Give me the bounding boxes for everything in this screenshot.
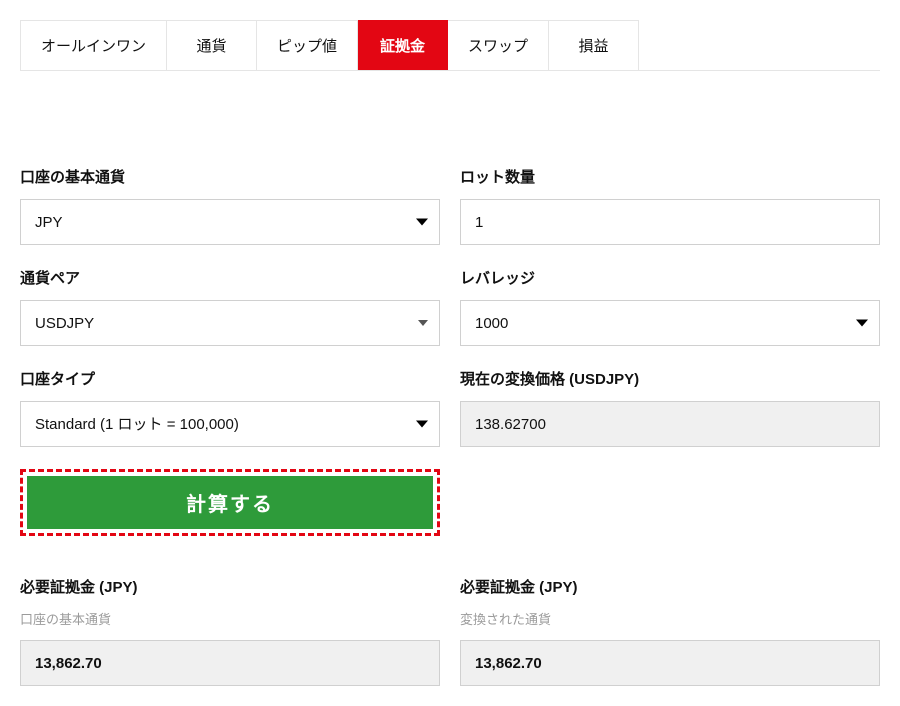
calculate-highlight: 計算する xyxy=(20,469,440,536)
account-type-field: 口座タイプ Standard (1 ロット = 100,000) xyxy=(20,368,440,447)
result-left: 必要証拠金 (JPY) 口座の基本通貨 13,862.70 xyxy=(20,576,440,686)
lots-input[interactable]: 1 xyxy=(460,199,880,245)
account-type-label: 口座タイプ xyxy=(20,368,440,389)
tab-profit-loss[interactable]: 損益 xyxy=(549,20,639,70)
result-left-label: 必要証拠金 (JPY) xyxy=(20,576,440,597)
base-currency-field: 口座の基本通貨 JPY xyxy=(20,166,440,245)
tab-currency[interactable]: 通貨 xyxy=(167,20,257,70)
result-left-value: 13,862.70 xyxy=(20,640,440,686)
account-type-select[interactable]: Standard (1 ロット = 100,000) xyxy=(20,401,440,447)
result-right-label: 必要証拠金 (JPY) xyxy=(460,576,880,597)
results: 必要証拠金 (JPY) 口座の基本通貨 13,862.70 必要証拠金 (JPY… xyxy=(20,576,880,686)
leverage-label: レバレッジ xyxy=(460,267,880,288)
currency-pair-field: 通貨ペア USDJPY xyxy=(20,267,440,346)
result-left-sublabel: 口座の基本通貨 xyxy=(20,609,440,628)
lots-label: ロット数量 xyxy=(460,166,880,187)
result-right-value: 13,862.70 xyxy=(460,640,880,686)
result-right-sublabel: 変換された通貨 xyxy=(460,609,880,628)
conversion-price-value: 138.62700 xyxy=(460,401,880,447)
calculate-button[interactable]: 計算する xyxy=(27,476,433,529)
base-currency-select[interactable]: JPY xyxy=(20,199,440,245)
result-right: 必要証拠金 (JPY) 変換された通貨 13,862.70 xyxy=(460,576,880,686)
lots-field: ロット数量 1 xyxy=(460,166,880,245)
leverage-field: レバレッジ 1000 xyxy=(460,267,880,346)
form-left-column: 口座の基本通貨 JPY 通貨ペア USDJPY 口座タイプ Standard (… xyxy=(20,166,440,536)
form-area: 口座の基本通貨 JPY 通貨ペア USDJPY 口座タイプ Standard (… xyxy=(20,166,880,536)
tabs: オールインワン 通貨 ピップ値 証拠金 スワップ 損益 xyxy=(20,20,880,71)
currency-pair-label: 通貨ペア xyxy=(20,267,440,288)
conversion-price-field: 現在の変換価格 (USDJPY) 138.62700 xyxy=(460,368,880,447)
leverage-select[interactable]: 1000 xyxy=(460,300,880,346)
tab-swap[interactable]: スワップ xyxy=(448,20,549,70)
form-right-column: ロット数量 1 レバレッジ 1000 現在の変換価格 (USDJPY) 138.… xyxy=(460,166,880,536)
currency-pair-select[interactable]: USDJPY xyxy=(20,300,440,346)
tab-all-in-one[interactable]: オールインワン xyxy=(20,20,167,70)
tab-margin[interactable]: 証拠金 xyxy=(358,20,448,70)
base-currency-label: 口座の基本通貨 xyxy=(20,166,440,187)
conversion-price-label: 現在の変換価格 (USDJPY) xyxy=(460,368,880,389)
tab-pip-value[interactable]: ピップ値 xyxy=(257,20,358,70)
